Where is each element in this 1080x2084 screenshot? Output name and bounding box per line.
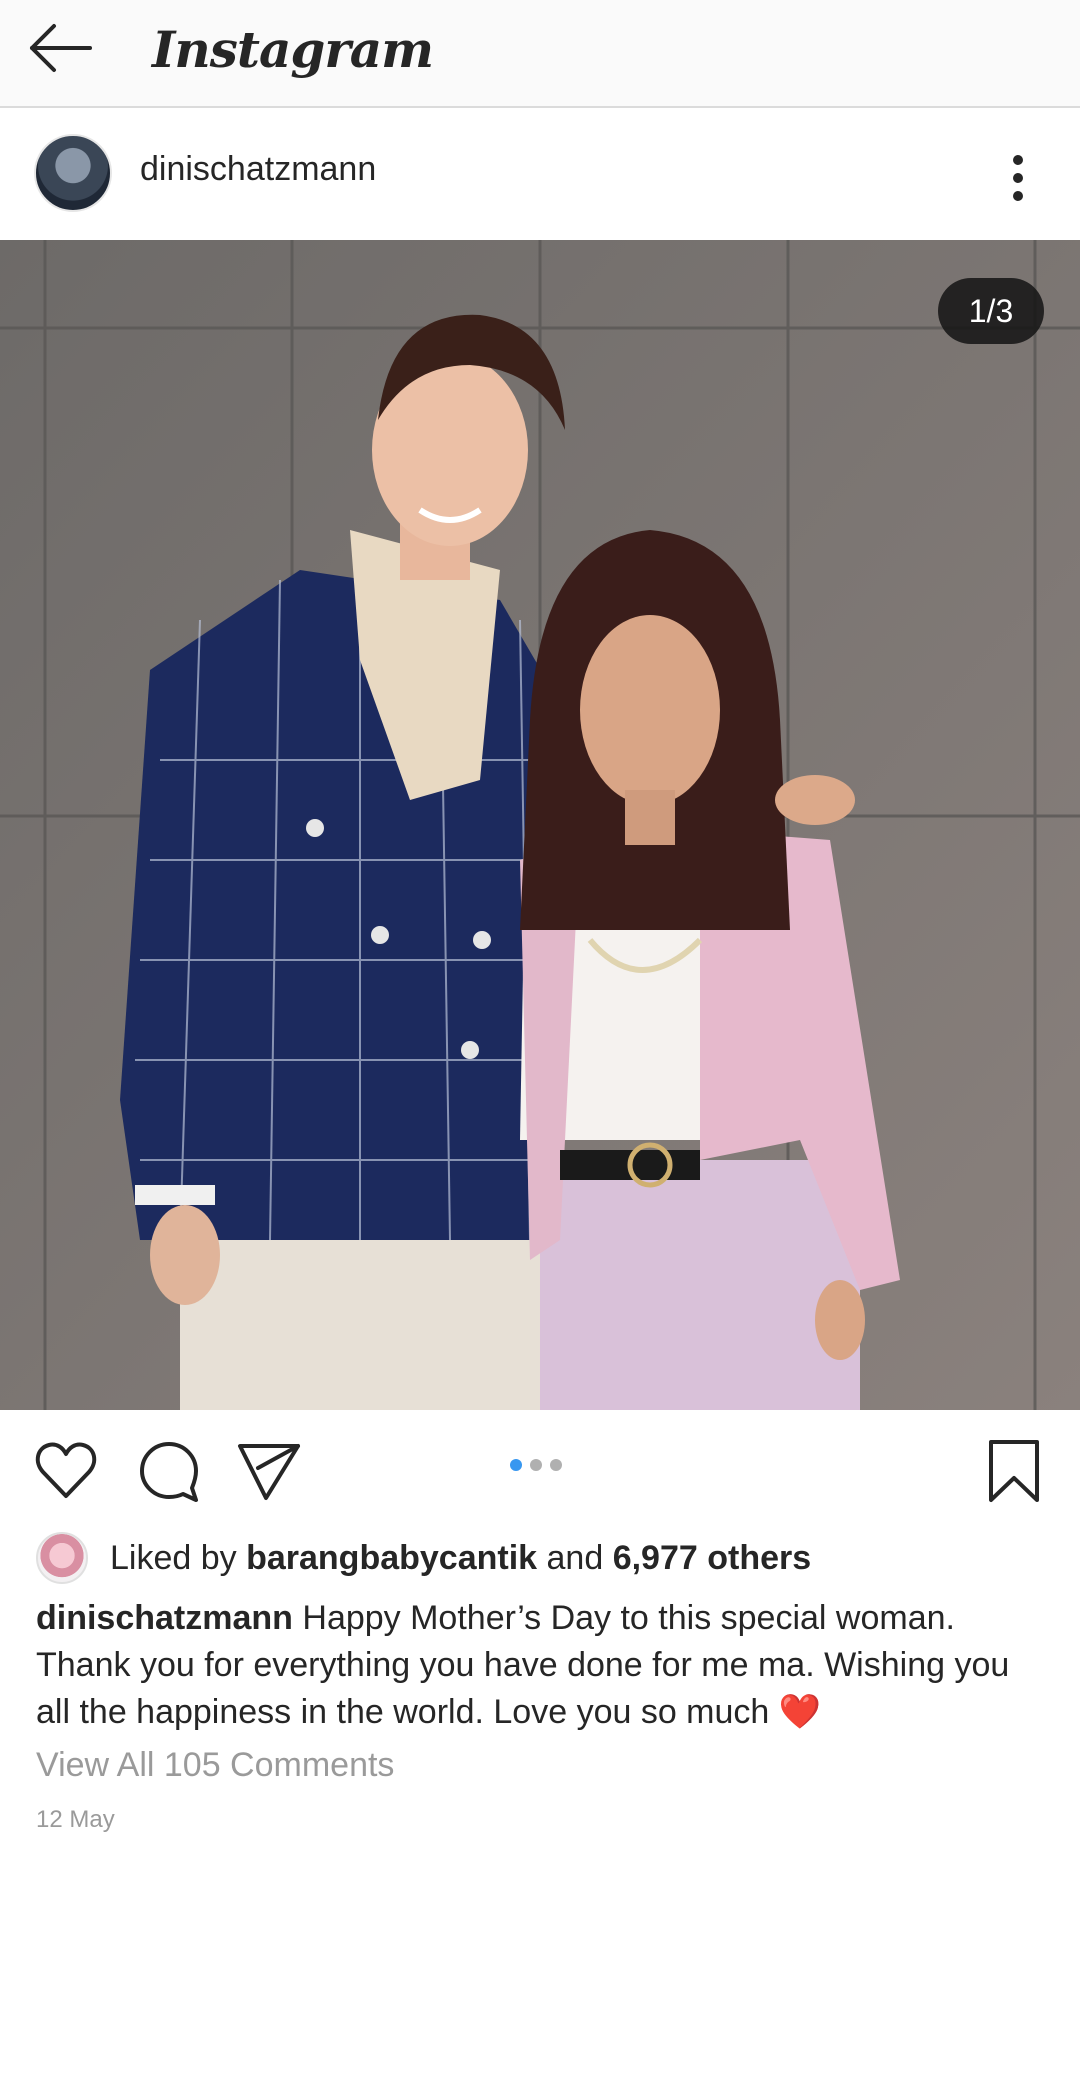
carousel-indicator xyxy=(510,1459,562,1471)
likes-text: Liked by barangbabycantik and 6,977 othe… xyxy=(110,1539,811,1578)
bookmark-outline-icon xyxy=(989,1440,1039,1502)
save-button[interactable] xyxy=(981,1438,1047,1504)
like-button[interactable] xyxy=(33,1438,99,1504)
liker-username[interactable]: barangbabycantik xyxy=(246,1539,537,1577)
post-caption: dinischatzmann Happy Mother’s Day to thi… xyxy=(36,1595,1046,1736)
carousel-dot xyxy=(510,1459,522,1471)
comment-button[interactable] xyxy=(136,1438,202,1504)
comment-bubble-icon xyxy=(140,1442,198,1502)
paper-plane-icon xyxy=(238,1444,300,1500)
likes-others-count[interactable]: 6,977 others xyxy=(613,1539,811,1577)
likes-row: Liked by barangbabycantik and 6,977 othe… xyxy=(36,1532,811,1584)
post-date: 12 May xyxy=(36,1806,115,1833)
liker-avatar[interactable] xyxy=(36,1532,88,1584)
post-header: dinischatzmann xyxy=(0,110,1080,240)
arrow-left-icon xyxy=(30,24,92,72)
avatar[interactable] xyxy=(34,134,112,212)
top-bar: Instagram xyxy=(0,0,1080,108)
likes-prefix: Liked by xyxy=(110,1538,247,1577)
image-counter-badge: 1/3 xyxy=(938,278,1044,344)
instagram-logo: Instagram xyxy=(152,20,434,79)
likes-middle: and xyxy=(537,1538,613,1577)
share-button[interactable] xyxy=(236,1438,302,1504)
view-all-comments-link[interactable]: View All 105 Comments xyxy=(36,1746,394,1785)
more-options-button[interactable] xyxy=(1000,150,1036,206)
post-photo[interactable] xyxy=(0,240,1080,1410)
instagram-post-screen: Instagram dinischatzmann 1/3 Liked by ba… xyxy=(0,0,1080,2084)
vertical-dots-icon xyxy=(1013,155,1023,201)
back-button[interactable] xyxy=(26,18,96,78)
caption-username[interactable]: dinischatzmann xyxy=(36,1599,293,1637)
carousel-dot xyxy=(550,1459,562,1471)
carousel-dot xyxy=(530,1459,542,1471)
heart-outline-icon xyxy=(35,1442,97,1498)
post-username[interactable]: dinischatzmann xyxy=(140,150,376,189)
red-heart-icon: ❤️ xyxy=(778,1693,822,1731)
